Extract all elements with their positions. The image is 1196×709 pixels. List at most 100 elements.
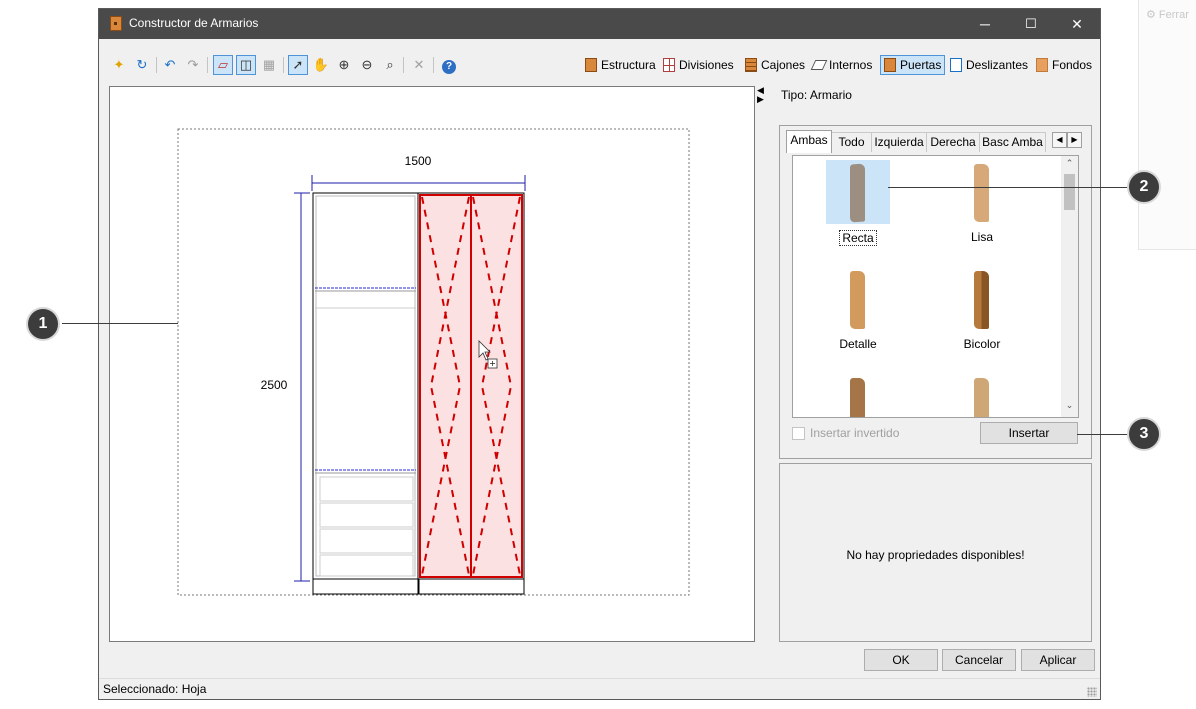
category-label: Estructura bbox=[601, 58, 656, 72]
category-label: Divisiones bbox=[679, 58, 734, 72]
refresh-icon[interactable]: ↻ bbox=[132, 55, 152, 75]
toolbar: ✦ ↻ ↶ ↷ ▱ ◫ ▦ ➚ ✋ ⊕ ⊖ ⌕ ✕ ? Estructura D… bbox=[99, 49, 1100, 79]
gallery-item-5[interactable] bbox=[803, 374, 913, 417]
tab-ambas[interactable]: Ambas bbox=[786, 130, 832, 153]
resize-grip-icon[interactable] bbox=[1087, 687, 1097, 697]
title-bar[interactable]: Constructor de Armarios ─ ☐ ✕ bbox=[99, 9, 1100, 39]
zoom-in-icon[interactable]: ⊕ bbox=[334, 55, 354, 75]
scroll-thumb[interactable] bbox=[1064, 174, 1075, 210]
callout-3: 3 bbox=[1127, 417, 1161, 451]
plinth-right bbox=[418, 578, 525, 595]
gallery-item-recta[interactable]: Recta bbox=[803, 160, 913, 246]
door-thumbnail bbox=[974, 378, 989, 417]
help-icon[interactable]: ? bbox=[439, 55, 459, 75]
gallery-thumb bbox=[950, 374, 1014, 417]
tab-scroll-left-icon[interactable]: ◀ bbox=[1052, 132, 1067, 148]
grid-icon[interactable]: ▦ bbox=[259, 55, 279, 75]
wardrobe-drawing[interactable]: 1500 2500 bbox=[110, 87, 754, 641]
undo-icon[interactable]: ↶ bbox=[160, 55, 180, 75]
height-dim-label: 2500 bbox=[261, 378, 288, 392]
category-cajones[interactable]: Cajones bbox=[742, 55, 808, 75]
category-internos[interactable]: Internos bbox=[810, 55, 875, 75]
tab-todo[interactable]: Todo bbox=[831, 132, 872, 152]
category-label: Deslizantes bbox=[966, 58, 1029, 72]
zoom-out-icon[interactable]: ⊖ bbox=[357, 55, 377, 75]
carcass-left bbox=[312, 192, 419, 580]
gallery-item-detalle[interactable]: Detalle bbox=[803, 267, 913, 351]
category-label: Fondos bbox=[1052, 58, 1093, 72]
gallery-label: Bicolor bbox=[963, 337, 1001, 351]
plinth-left bbox=[312, 578, 419, 595]
category-label: Puertas bbox=[900, 58, 942, 72]
window-title: Constructor de Armarios bbox=[129, 16, 259, 30]
door-thumbnail bbox=[850, 378, 865, 417]
gallery-item-bicolor[interactable]: Bicolor bbox=[927, 267, 1037, 351]
background-window-label: ⚙ Ferrar bbox=[1146, 9, 1189, 21]
collapse-panel-arrows-icon[interactable]: ◀ ▶ bbox=[757, 86, 767, 106]
select-pointer-icon[interactable]: ➚ bbox=[288, 55, 308, 75]
insert-inverted-checkbox[interactable] bbox=[792, 427, 805, 440]
delete-icon[interactable]: ✕ bbox=[409, 55, 429, 75]
tab-scroll-right-icon[interactable]: ▶ bbox=[1067, 132, 1082, 148]
cajones-icon bbox=[745, 58, 757, 72]
callout-1: 1 bbox=[26, 307, 60, 341]
ok-button[interactable]: OK bbox=[864, 649, 938, 671]
view-mode-1-icon[interactable]: ▱ bbox=[213, 55, 233, 75]
armario-builder-window: Constructor de Armarios ─ ☐ ✕ ✦ ↻ ↶ ↷ ▱ … bbox=[98, 8, 1101, 700]
category-divisiones[interactable]: Divisiones bbox=[660, 55, 737, 75]
callout-3-line bbox=[1077, 434, 1129, 435]
insert-button[interactable]: Insertar bbox=[980, 422, 1078, 444]
callout-1-line bbox=[62, 323, 178, 324]
close-button[interactable]: ✕ bbox=[1054, 9, 1100, 39]
insert-inverted-label: Insertar invertido bbox=[810, 426, 900, 440]
category-fondos[interactable]: Fondos bbox=[1033, 55, 1095, 75]
category-label: Cajones bbox=[761, 58, 806, 72]
view-mode-2-icon[interactable]: ◫ bbox=[236, 55, 256, 75]
redo-icon[interactable]: ↷ bbox=[183, 55, 203, 75]
estructura-icon bbox=[585, 58, 597, 72]
gallery-item-lisa[interactable]: Lisa bbox=[927, 160, 1037, 244]
scroll-down-icon[interactable]: ⌄ bbox=[1061, 400, 1078, 414]
gallery-thumb bbox=[826, 374, 890, 417]
gallery-thumb bbox=[826, 267, 890, 331]
door-thumbnail bbox=[850, 163, 865, 223]
minimize-button[interactable]: ─ bbox=[962, 9, 1008, 39]
gallery-item-6[interactable] bbox=[927, 374, 1037, 417]
tab-derecha[interactable]: Derecha bbox=[926, 132, 980, 152]
gallery-scrollbar[interactable]: ⌃ ⌄ bbox=[1061, 156, 1078, 417]
toolbar-separator bbox=[283, 57, 284, 73]
properties-message: No hay propriedades disponibles! bbox=[846, 548, 1025, 562]
divisiones-icon bbox=[663, 58, 675, 72]
pan-hand-icon[interactable]: ✋ bbox=[311, 55, 331, 75]
category-estructura[interactable]: Estructura bbox=[582, 55, 659, 75]
category-puertas[interactable]: Puertas bbox=[880, 55, 946, 75]
gallery-thumb bbox=[826, 160, 890, 224]
gallery-label: Detalle bbox=[839, 337, 877, 351]
door-thumbnail bbox=[850, 271, 865, 329]
maximize-button[interactable]: ☐ bbox=[1008, 9, 1054, 39]
status-text: Seleccionado: Hoja bbox=[103, 682, 207, 696]
cancel-button[interactable]: Cancelar bbox=[942, 649, 1016, 671]
zoom-fit-icon[interactable]: ⌕ bbox=[380, 55, 400, 75]
toolbar-separator bbox=[433, 57, 434, 73]
category-label: Internos bbox=[829, 58, 873, 72]
door-thumbnail bbox=[974, 164, 989, 222]
status-bar: Seleccionado: Hoja bbox=[99, 678, 1100, 699]
new-icon[interactable]: ✦ bbox=[109, 55, 129, 75]
tab-basc-amba[interactable]: Basc Amba bbox=[979, 132, 1046, 152]
background-window bbox=[1138, 0, 1196, 250]
gallery-thumb bbox=[950, 160, 1014, 224]
door-library-panel: Ambas Todo Izquierda Derecha Basc Amba ◀… bbox=[779, 125, 1092, 459]
tipo-label: Tipo: Armario bbox=[781, 88, 852, 102]
drawing-canvas[interactable]: 1500 2500 bbox=[109, 86, 755, 642]
category-deslizantes[interactable]: Deslizantes bbox=[947, 55, 1031, 75]
tab-izquierda[interactable]: Izquierda bbox=[871, 132, 927, 152]
puertas-icon bbox=[884, 58, 896, 72]
properties-panel: No hay propriedades disponibles! bbox=[779, 463, 1092, 642]
internos-icon bbox=[810, 60, 828, 70]
toolbar-separator bbox=[207, 57, 208, 73]
scroll-up-icon[interactable]: ⌃ bbox=[1061, 158, 1078, 172]
toolbar-separator bbox=[156, 57, 157, 73]
width-dim-label: 1500 bbox=[405, 154, 432, 168]
apply-button[interactable]: Aplicar bbox=[1021, 649, 1095, 671]
